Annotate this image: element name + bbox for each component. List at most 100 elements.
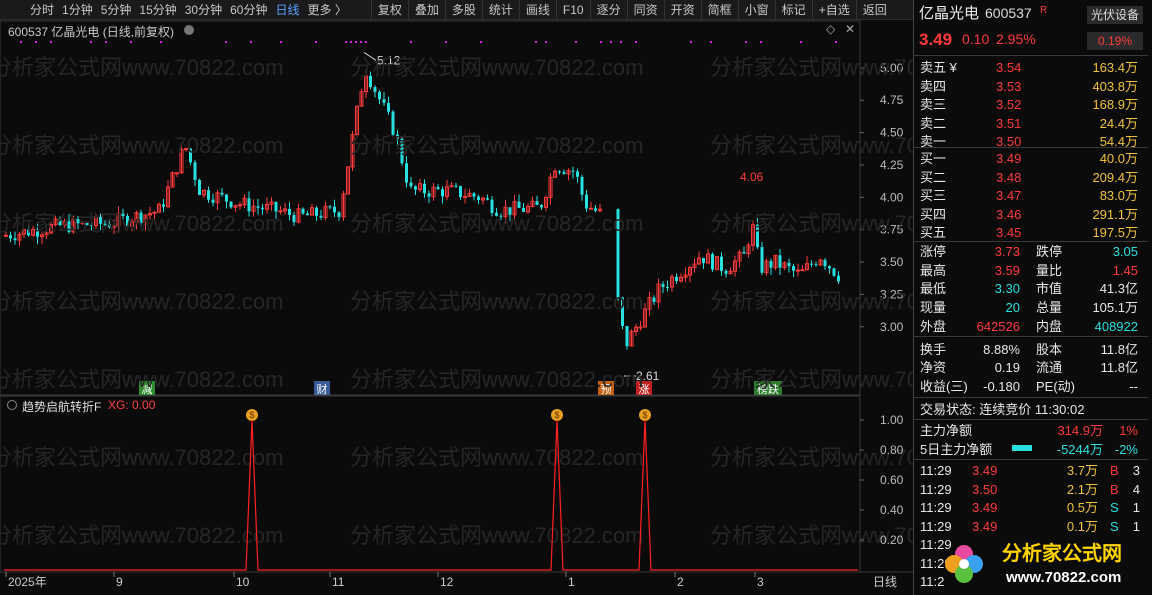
stat-value-b: 11.8亿	[1100, 360, 1138, 376]
candle-body	[540, 205, 543, 208]
candle-body	[211, 199, 215, 203]
chart-dropdown-icon[interactable]	[184, 25, 194, 35]
ask-level-label: 卖五 ¥	[920, 60, 957, 75]
signal-dot-11	[345, 41, 347, 43]
candle-body	[778, 255, 782, 268]
bid-row-2[interactable]: 买三 3.47 83.0万	[914, 186, 1148, 205]
x-label-4: 12	[440, 575, 454, 589]
watermark-tile: 分析家公式网www.70822.com	[350, 55, 643, 80]
tick-row-0[interactable]: 11:29 3.49 3.7万 B 3	[914, 461, 1148, 480]
candle-body	[796, 269, 800, 272]
tick-row-1[interactable]: 11:29 3.50 2.1万 B 4	[914, 480, 1148, 499]
watermark-tile: 分析家公式网www.70822.com	[350, 289, 643, 314]
stat-row-6[interactable]: 净资 0.19 流通 11.8亿	[914, 358, 1148, 377]
r-badge: R	[1040, 5, 1048, 16]
stat-label-b: PE(动)	[1036, 378, 1076, 394]
stat-value-b: 1.45	[1112, 262, 1138, 278]
x-label-7: 3	[757, 575, 764, 589]
candle-body	[828, 266, 831, 269]
sector-button[interactable]: 光伏设备	[1087, 6, 1143, 24]
stat-row-5[interactable]: 换手 8.88% 股本 11.8亿	[914, 340, 1148, 359]
signal-dot-27	[710, 41, 712, 43]
signal-dot-31	[835, 41, 837, 43]
signal-dot-7	[225, 41, 227, 43]
watermark-tile: 分析家公式网www.70822.com	[350, 211, 643, 236]
ask-row-0[interactable]: 卖五 ¥ 3.54 163.4万	[914, 58, 1148, 77]
tick-row-2[interactable]: 11:29 3.49 0.5万 S 1	[914, 498, 1148, 517]
candle-body	[229, 201, 233, 208]
stat-value-b: 105.1万	[1092, 300, 1138, 316]
candle-body	[436, 187, 440, 190]
ask-row-2[interactable]: 卖三 3.52 168.9万	[914, 95, 1148, 114]
stat-label-b: 量比	[1036, 262, 1063, 278]
flow-label: 主力净额	[920, 423, 973, 438]
ask-volume: 163.4万	[1092, 60, 1138, 75]
stat-row-0[interactable]: 涨停 3.73 跌停 3.05	[914, 242, 1148, 261]
indicator-name[interactable]: 趋势启航转折F	[22, 398, 101, 415]
flower-icon	[945, 545, 983, 583]
ask-row-1[interactable]: 卖四 3.53 403.8万	[914, 77, 1148, 96]
signal-dot-24	[620, 41, 622, 43]
candle-body	[301, 208, 305, 214]
stat-row-7[interactable]: 收益(三) -0.180 PE(动) --	[914, 377, 1148, 396]
bid-row-1[interactable]: 买二 3.48 209.4万	[914, 168, 1148, 187]
bid-level-label: 买二	[920, 169, 947, 185]
chart-canvas[interactable]: 5.004.754.504.254.003.753.503.253.005.12…	[0, 0, 913, 595]
flow-row-0[interactable]: 主力净额 314.9万 1%	[914, 421, 1148, 440]
watermark-tile: 分析家公式网www.70822.com	[0, 133, 283, 158]
bid-row-3[interactable]: 买四 3.46 291.1万	[914, 205, 1148, 224]
candle-body	[193, 162, 197, 180]
signal-dot-20	[545, 41, 547, 43]
stat-label-b: 跌停	[1036, 244, 1063, 259]
signal-dot-21	[575, 41, 577, 43]
trade-state: 交易状态: 连续竞价 11:30:02	[920, 402, 1085, 417]
close-icon[interactable]: ✕	[845, 22, 855, 36]
trade-state-row[interactable]: 交易状态: 连续竞价 11:30:02	[914, 400, 1148, 419]
bid-volume: 197.5万	[1092, 225, 1138, 240]
signal-dot-4	[105, 41, 107, 43]
y-tick-label-4: 4.00	[880, 190, 904, 204]
candle-body	[571, 170, 575, 172]
event-label-1: 财	[317, 382, 328, 396]
watermark-tile: 分析家公式网www.70822.com	[350, 367, 643, 392]
ask-volume: 24.4万	[1099, 115, 1138, 131]
bid-price: 3.48	[996, 169, 1022, 185]
signal-dot-18	[480, 41, 482, 43]
indicator-settings-icon[interactable]	[7, 400, 17, 410]
stat-row-2[interactable]: 最低 3.30 市值 41.3亿	[914, 279, 1148, 298]
candle-body	[724, 270, 728, 274]
bid-row-4[interactable]: 买五 3.45 197.5万	[914, 223, 1148, 242]
stat-label-a: 最低	[920, 281, 947, 297]
signal-dot-15	[365, 41, 367, 43]
x-label-2: 10	[236, 575, 250, 589]
candle-body	[409, 182, 413, 187]
candle-body	[333, 206, 336, 213]
tick-count: 1	[1132, 500, 1140, 515]
diamond-icon[interactable]: ◇	[826, 22, 835, 36]
candle-body	[576, 171, 579, 177]
flow-pct: 1%	[1119, 423, 1138, 438]
watermark-tile: 分析家公式网www.70822.com	[350, 445, 643, 470]
bid-level-label: 买五	[920, 225, 947, 240]
stat-value-b: 408922	[1094, 318, 1138, 334]
watermark-tile: 分析家公式网www.70822.com	[710, 55, 913, 80]
signal-dot-12	[350, 41, 352, 43]
ask-row-3[interactable]: 卖二 3.51 24.4万	[914, 114, 1148, 133]
stat-value-b: --	[1129, 378, 1138, 394]
candle-body	[328, 206, 332, 208]
tick-volume: 2.1万	[1066, 481, 1098, 497]
candle-body	[220, 192, 224, 195]
ind-tick-label-2: 0.60	[880, 473, 904, 487]
signal-dot-13	[355, 41, 357, 43]
stat-row-4[interactable]: 外盘 642526 内盘 408922	[914, 317, 1148, 336]
watermark-tile: 分析家公式网www.70822.com	[0, 211, 283, 236]
stat-row-3[interactable]: 现量 20 总量 105.1万	[914, 298, 1148, 317]
candle-body	[319, 215, 323, 218]
stat-label-b: 股本	[1036, 341, 1063, 357]
candle-body	[292, 214, 296, 223]
signal-dot-1	[35, 41, 37, 43]
stat-row-1[interactable]: 最高 3.59 量比 1.45	[914, 261, 1148, 280]
stat-value-a: 20	[1005, 300, 1020, 316]
stat-label-a: 净资	[920, 360, 947, 376]
bid-row-0[interactable]: 买一 3.49 40.0万	[914, 149, 1148, 168]
